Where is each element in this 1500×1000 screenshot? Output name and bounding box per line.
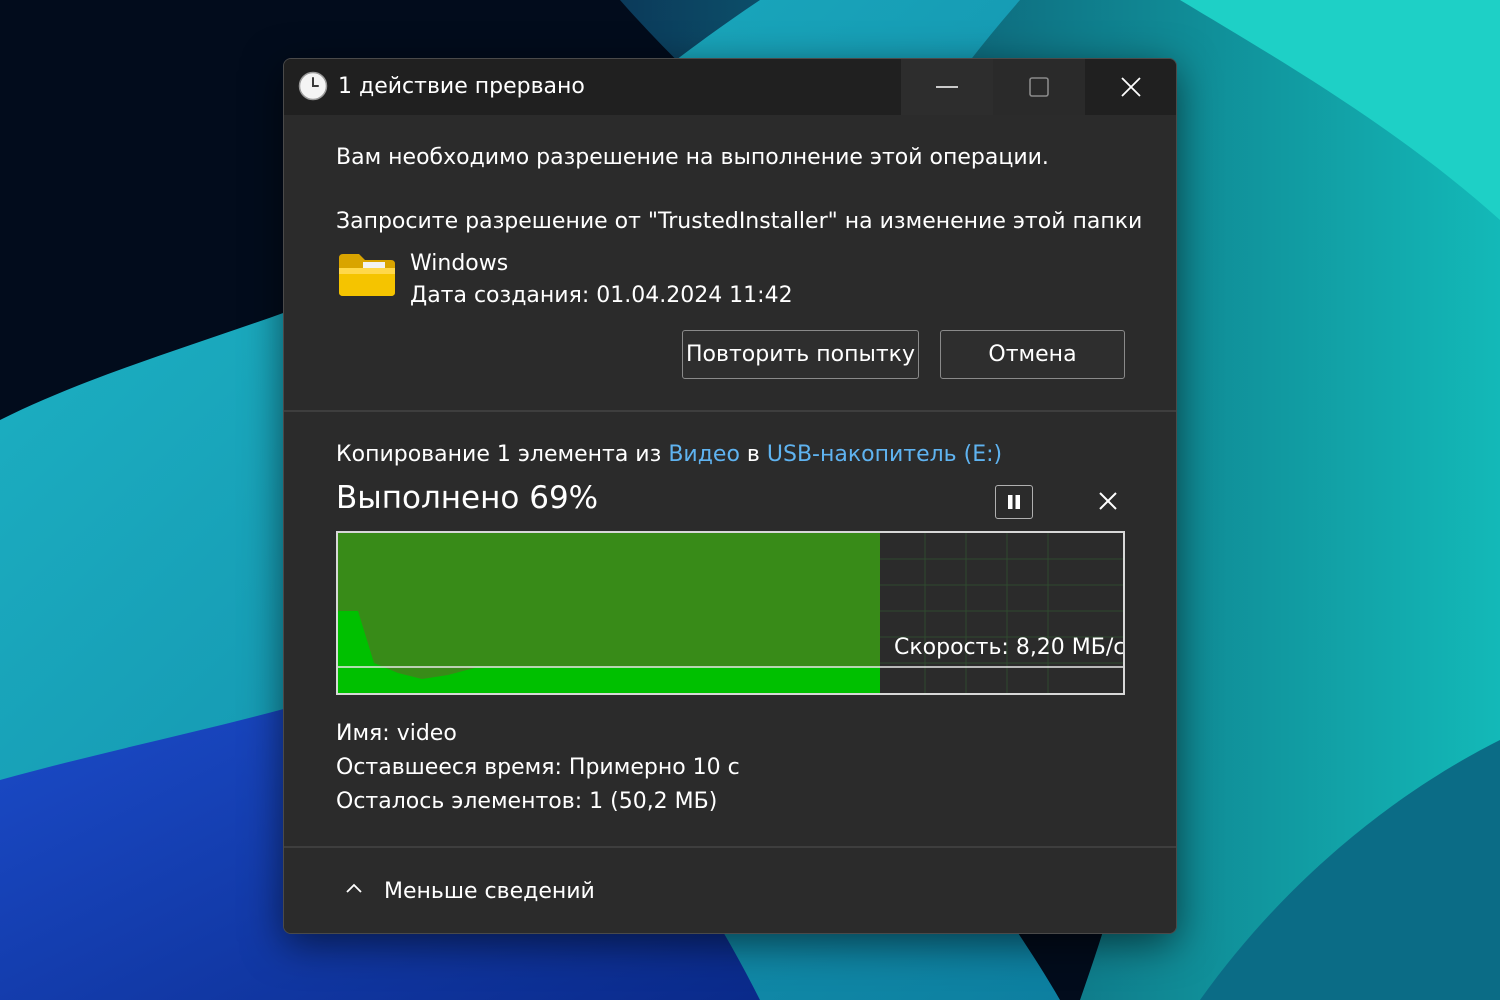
progress-text: Выполнено 69%: [336, 480, 599, 516]
folder-date: Дата создания: 01.04.2024 11:42: [410, 283, 793, 308]
section-divider: [284, 410, 1176, 412]
items-label: Осталось элементов:: [336, 789, 583, 814]
pause-icon: [1008, 495, 1020, 509]
destination-link[interactable]: USB-накопитель (E:): [767, 442, 1002, 467]
detail-name: Имя: video: [336, 720, 457, 748]
progress-graph: Скорость: 8,20 МБ/с: [336, 531, 1125, 695]
minimize-button[interactable]: [901, 59, 993, 115]
clock-icon: [298, 71, 328, 101]
minimize-icon: [936, 86, 958, 88]
copy-prefix: Копирование 1 элемента из: [336, 442, 669, 467]
time-label: Оставшееся время:: [336, 755, 562, 780]
cancel-copy-icon[interactable]: [1096, 489, 1120, 513]
window-title: 1 действие прервано: [338, 74, 585, 99]
items-value: 1 (50,2 МБ): [589, 789, 718, 814]
maximize-button[interactable]: [993, 59, 1085, 115]
name-label: Имя:: [336, 721, 390, 746]
detail-items: Осталось элементов: 1 (50,2 МБ): [336, 788, 717, 816]
close-icon: [1121, 77, 1141, 97]
copy-description: Копирование 1 элемента из Видео в USB-на…: [336, 441, 1002, 469]
less-details-label: Меньше сведений: [384, 879, 595, 904]
permission-message: Вам необходимо разрешение на выполнение …: [336, 145, 1049, 170]
copy-middle: в: [739, 442, 767, 467]
time-value: Примерно 10 с: [568, 755, 740, 780]
cancel-button[interactable]: Отмена: [940, 330, 1125, 379]
close-button[interactable]: [1085, 59, 1176, 115]
folder-icon: [339, 254, 395, 296]
title-bar: 1 действие прервано: [284, 59, 1176, 115]
chevron-up-icon: [346, 883, 362, 893]
retry-button[interactable]: Повторить попытку: [682, 330, 919, 379]
source-link[interactable]: Видео: [668, 442, 740, 467]
file-operation-dialog: 1 действие прервано Вам необходимо разре…: [283, 58, 1177, 934]
folder-name: Windows: [410, 251, 509, 276]
less-details-toggle[interactable]: Меньше сведений: [284, 848, 1176, 933]
name-value: video: [396, 721, 457, 746]
permission-request: Запросите разрешение от "TrustedInstalle…: [336, 209, 1143, 234]
pause-button[interactable]: [995, 485, 1033, 519]
detail-time: Оставшееся время: Примерно 10 с: [336, 754, 740, 782]
copy-speed: Скорость: 8,20 МБ/с: [894, 635, 1125, 660]
maximize-icon: [1029, 77, 1049, 97]
